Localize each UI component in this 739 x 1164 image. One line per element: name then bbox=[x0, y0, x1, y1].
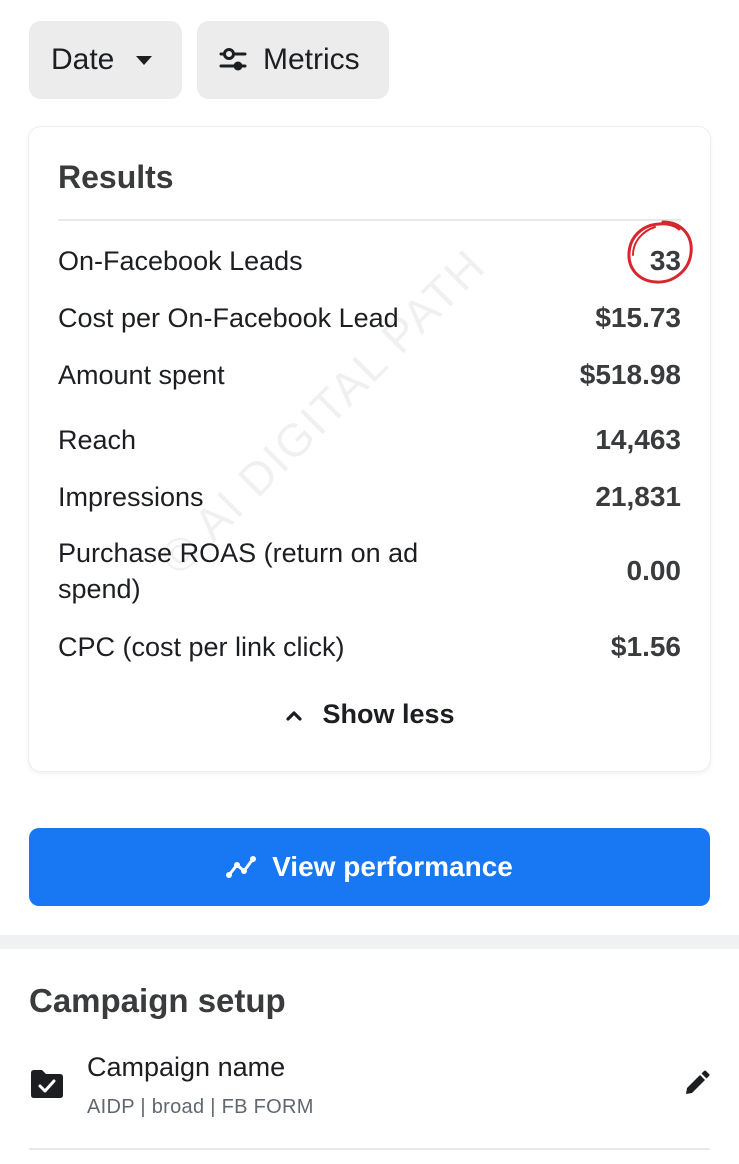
metric-row: Reach 14,463 bbox=[58, 422, 681, 458]
view-performance-button[interactable]: View performance bbox=[29, 828, 710, 906]
metrics-filter-button[interactable]: Metrics bbox=[197, 21, 389, 99]
results-card: Results On-Facebook Leads 33 Cost per On… bbox=[29, 127, 710, 771]
metric-label: On-Facebook Leads bbox=[58, 246, 303, 276]
show-less-label: Show less bbox=[322, 699, 455, 729]
chevron-down-icon bbox=[136, 55, 153, 65]
metric-value: 14,463 bbox=[595, 424, 681, 455]
divider bbox=[58, 219, 681, 221]
divider bbox=[29, 1148, 710, 1150]
metric-value: $1.56 bbox=[610, 631, 681, 662]
metric-row: CPC (cost per link click) $1.56 bbox=[58, 629, 681, 665]
sliders-icon bbox=[219, 48, 247, 71]
chevron-up-icon bbox=[286, 710, 303, 721]
show-less-button[interactable]: Show less bbox=[29, 699, 710, 730]
campaign-name-label: Campaign name bbox=[87, 1052, 286, 1082]
metric-row: Amount spent $518.98 bbox=[58, 357, 681, 393]
view-performance-label: View performance bbox=[272, 851, 513, 882]
watermark: © AI DIGITAL PATH bbox=[149, 238, 496, 585]
metric-value: 21,831 bbox=[595, 481, 681, 512]
metric-row: Purchase ROAS (return on ad spend) 0.00 bbox=[58, 535, 681, 607]
metric-label: Cost per On-Facebook Lead bbox=[58, 303, 399, 333]
trend-line-icon bbox=[226, 856, 257, 878]
pencil-icon[interactable] bbox=[682, 1070, 710, 1098]
metrics-filter-label: Metrics bbox=[263, 43, 360, 76]
metric-row: Impressions 21,831 bbox=[58, 479, 681, 515]
date-filter-button[interactable]: Date bbox=[29, 21, 182, 99]
metric-label: CPC (cost per link click) bbox=[58, 632, 345, 662]
filter-chips: Date Metrics bbox=[29, 21, 389, 99]
campaign-name-item[interactable]: Campaign name AIDP | broad | FB FORM bbox=[29, 1050, 710, 1150]
metric-value: 0.00 bbox=[626, 555, 682, 586]
date-filter-label: Date bbox=[51, 43, 115, 76]
metric-value: $15.73 bbox=[595, 302, 681, 333]
metric-value: $518.98 bbox=[579, 359, 681, 390]
metric-label: Amount spent bbox=[58, 360, 225, 390]
results-title: Results bbox=[58, 159, 174, 195]
metric-label: Reach bbox=[58, 425, 137, 455]
page: Date Metrics Results On-Facebook Leads 3… bbox=[0, 0, 739, 1164]
section-separator bbox=[0, 935, 739, 949]
metric-row: Cost per On-Facebook Lead $15.73 bbox=[58, 300, 681, 336]
campaign-setup-title: Campaign setup bbox=[29, 982, 286, 1019]
metric-label: Impressions bbox=[58, 482, 204, 512]
metric-value: 33 bbox=[649, 245, 681, 276]
metric-label: Purchase ROAS (return on ad spend) bbox=[58, 538, 419, 604]
campaign-name-value: AIDP | broad | FB FORM bbox=[87, 1096, 314, 1118]
folder-check-icon bbox=[31, 1070, 63, 1098]
metric-row: On-Facebook Leads 33 bbox=[58, 243, 681, 279]
